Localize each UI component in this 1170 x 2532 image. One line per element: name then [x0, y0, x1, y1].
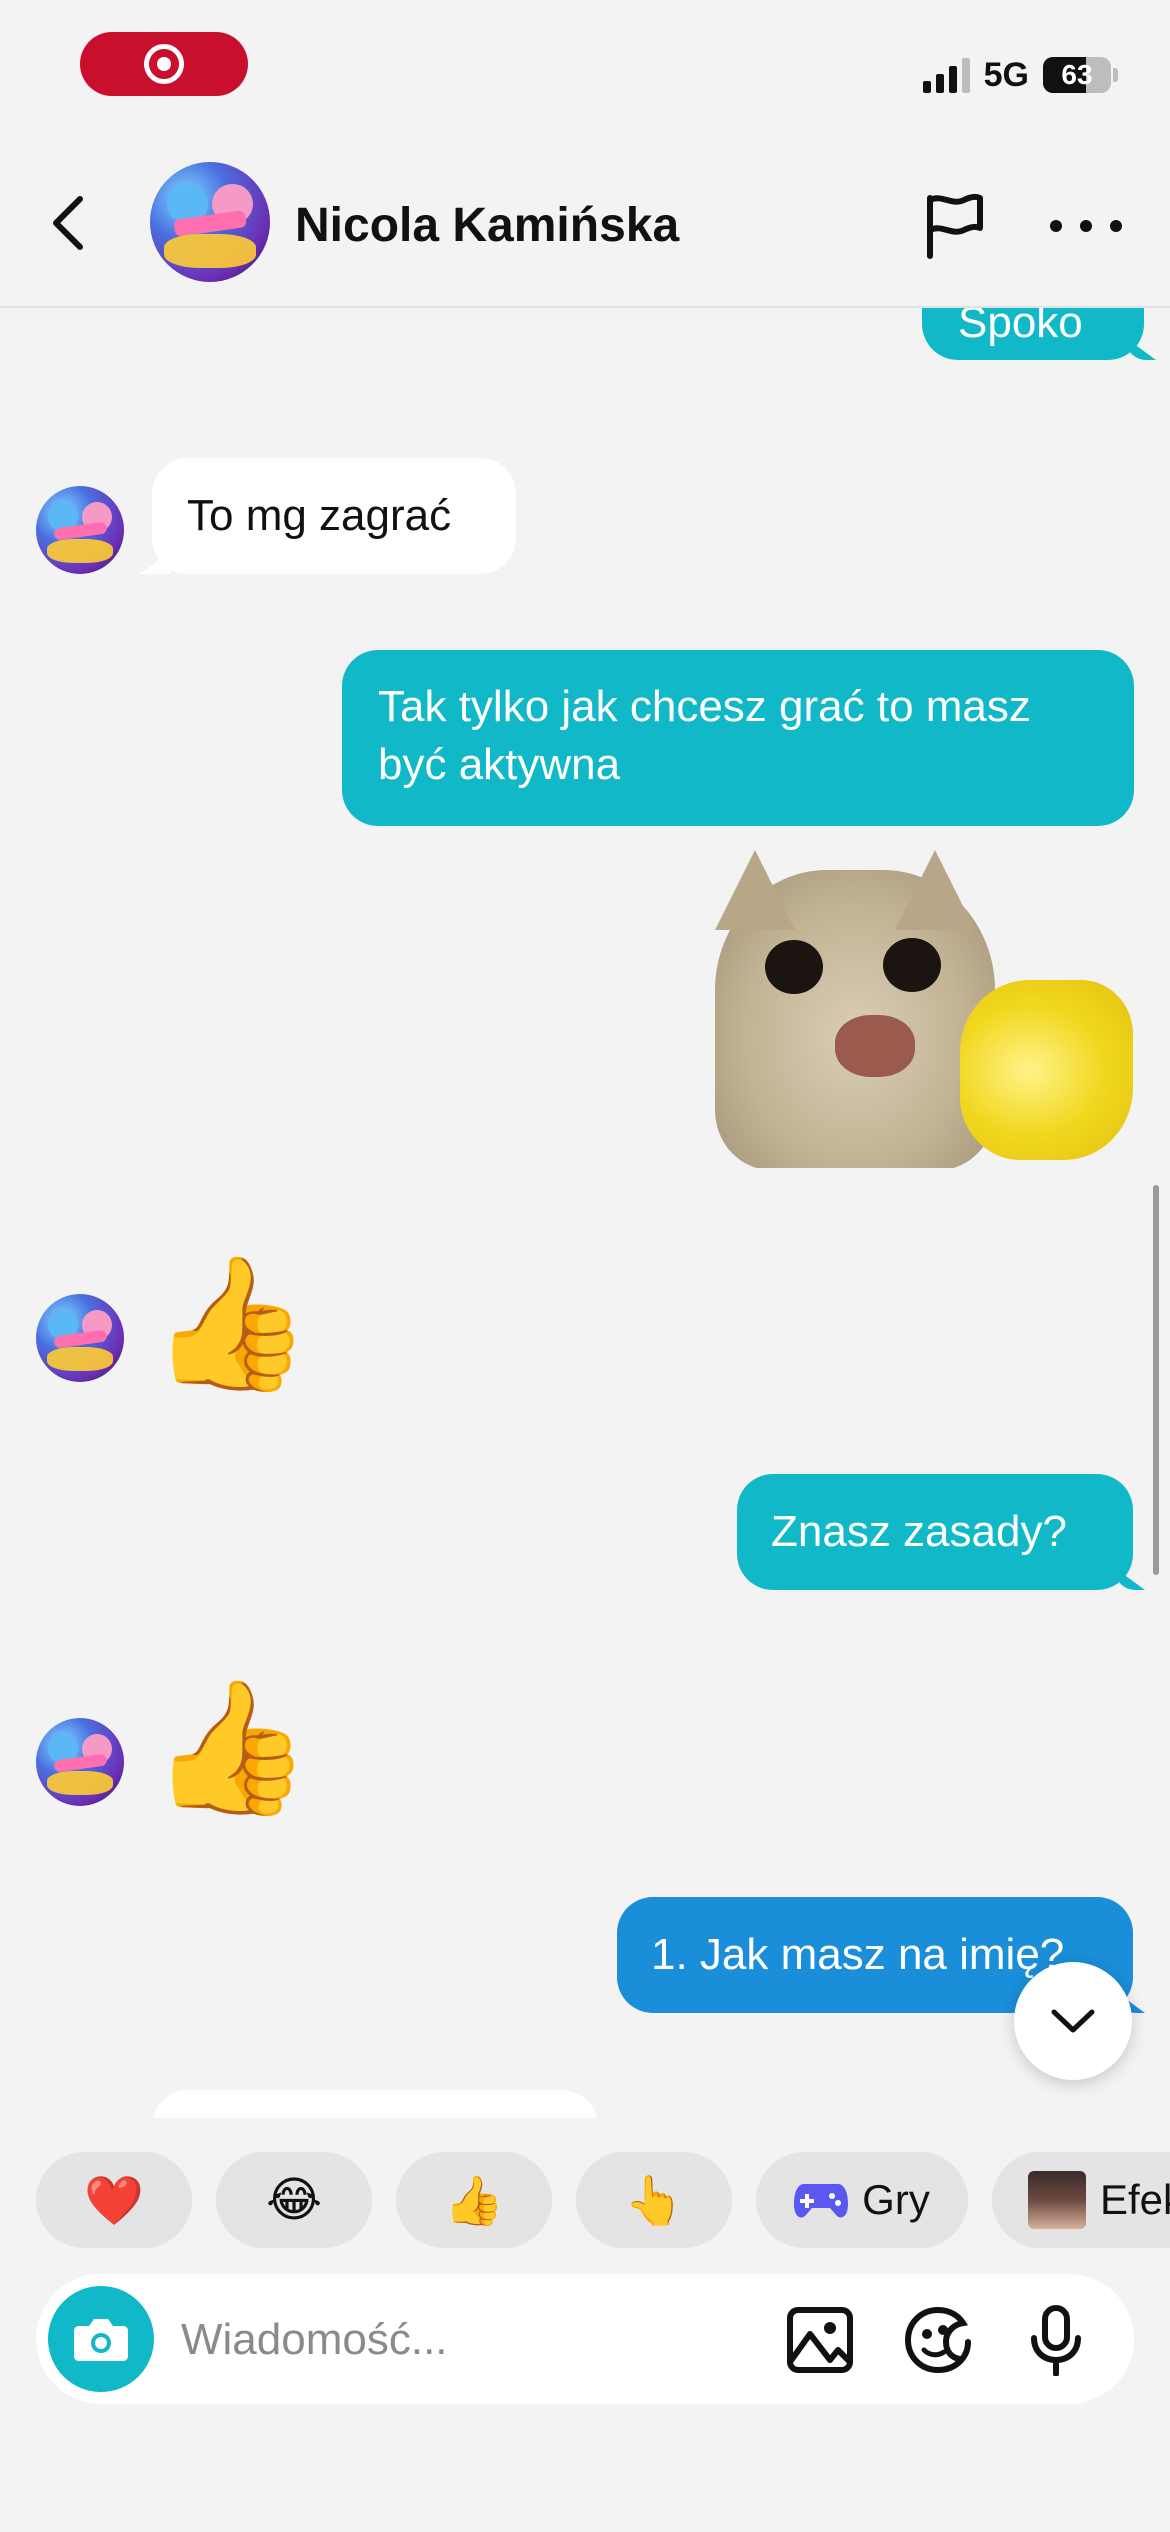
effects-label: Efekt [1100, 2176, 1170, 2223]
flag-icon [927, 193, 983, 259]
quick-reply-point-up[interactable]: 👆 [576, 2152, 732, 2248]
message-text: Tak tylko jak chcesz grać to masz być ak… [378, 682, 1031, 789]
gamepad-icon [794, 2184, 849, 2218]
microphone-icon [1031, 2305, 1081, 2377]
message-bubble-incoming-partial[interactable] [152, 2090, 598, 2118]
quick-reply-row[interactable]: ❤️ 😂 👍 👆 Gry Efekt [0, 2152, 1170, 2248]
message-text: To mg zagrać [187, 491, 452, 540]
pointing-up-icon: 👆 [624, 2174, 684, 2228]
image-icon [787, 2307, 853, 2373]
contact-avatar[interactable] [150, 162, 270, 282]
thumbs-up-message[interactable]: 👍 [150, 1672, 312, 1822]
contact-avatar-small[interactable] [36, 486, 124, 574]
signal-icon [922, 57, 970, 93]
laughing-emoji-icon: 😂 [265, 2174, 323, 2227]
message-bubble-incoming[interactable]: To mg zagrać [152, 458, 516, 574]
contact-name[interactable]: Nicola Kamińska [295, 198, 679, 253]
heart-icon: ❤️ [84, 2174, 144, 2228]
message-text: Znasz zasady? [771, 1507, 1067, 1556]
battery-level: 63 [1061, 59, 1093, 90]
message-composer [36, 2274, 1134, 2404]
chevron-left-icon [53, 196, 83, 250]
effects-button[interactable]: Efekt [992, 2152, 1170, 2248]
network-type: 5G [983, 55, 1029, 94]
message-list[interactable]: Spoko To mg zagrać Tak tylko jak chcesz … [0, 308, 1170, 2118]
cat-sticker-image[interactable] [715, 850, 1133, 1168]
message-bubble-outgoing[interactable]: Spoko [922, 308, 1144, 360]
thumbs-up-message[interactable]: 👍 [150, 1248, 312, 1398]
quick-reply-heart[interactable]: ❤️ [36, 2152, 192, 2248]
back-button[interactable] [40, 190, 96, 256]
chevron-down-icon [1051, 2009, 1095, 2033]
sticker-icon [904, 2306, 971, 2374]
chat-header: Nicola Kamińska [0, 140, 1170, 308]
quick-reply-thumbs-up[interactable]: 👍 [396, 2152, 552, 2248]
effect-preview-thumbnail [1028, 2171, 1086, 2229]
quick-reply-laugh[interactable]: 😂 [216, 2152, 372, 2248]
message-bubble-outgoing[interactable]: Tak tylko jak chcesz grać to masz być ak… [342, 650, 1134, 826]
games-label: Gry [862, 2176, 930, 2223]
battery-icon: 63 [1043, 57, 1111, 93]
status-icons: 5G 63 [922, 52, 1118, 98]
scroll-to-bottom-button[interactable] [1014, 1962, 1132, 2080]
camera-button[interactable] [48, 2286, 154, 2392]
screen-recording-indicator[interactable] [80, 32, 248, 96]
message-text: 1. Jak masz na imię? [651, 1930, 1065, 1979]
scrollbar[interactable] [1153, 1185, 1159, 1575]
more-icon [1050, 220, 1062, 232]
message-input[interactable] [181, 2304, 721, 2376]
contact-avatar-small[interactable] [36, 1294, 124, 1382]
camera-icon [74, 2319, 128, 2361]
voice-message-button[interactable] [1020, 2304, 1092, 2377]
message-bubble-outgoing[interactable]: Znasz zasady? [737, 1474, 1133, 1590]
battery-tip [1113, 68, 1118, 82]
record-icon [144, 44, 184, 84]
sticker-button[interactable] [902, 2304, 974, 2376]
contact-avatar-small[interactable] [36, 1718, 124, 1806]
gallery-button[interactable] [784, 2304, 856, 2376]
more-options-button[interactable] [1050, 210, 1122, 242]
games-button[interactable]: Gry [756, 2152, 968, 2248]
message-text: Spoko [958, 308, 1083, 347]
report-button[interactable] [918, 190, 990, 262]
status-bar: 5G 63 [0, 0, 1170, 140]
thumbs-up-icon: 👍 [444, 2174, 504, 2228]
